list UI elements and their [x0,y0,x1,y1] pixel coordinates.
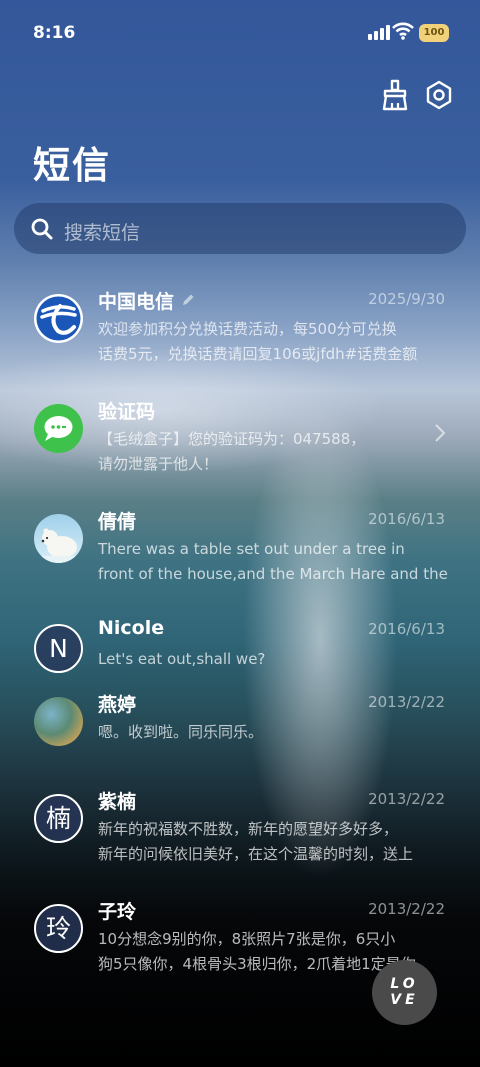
message-preview: 欢迎参加积分兑换话费活动，每500分可兑换 话费5元，兑换话费请回复106或jf… [98,320,418,363]
message-preview: Let's eat out,shall we? [98,650,266,668]
polar-bear-avatar [34,514,83,563]
fab-line-1: LO [390,976,419,992]
message-date: 2013/2/22 [368,790,445,808]
page-title: 短信 [33,144,111,187]
message-preview: There was a table set out under a tree i… [98,540,448,583]
conversation-row[interactable]: 验证码 【毛绒盒子】您的验证码为：047588， 请勿泄露于他人！ [0,392,480,492]
status-bar: 8:16 100 [0,0,480,68]
status-time: 8:16 [33,23,76,43]
chevron-right-icon [435,424,446,442]
conversation-row[interactable]: 楠 紫楠 2013/2/22 新年的祝福数不胜数，新年的愿望好多好多， 新年的问… [0,782,480,882]
message-date: 2013/2/22 [368,900,445,918]
signal-icon [368,25,390,40]
message-preview: 嗯。收到啦。同乐同乐。 [98,723,264,741]
letter-avatar: 楠 [34,794,83,843]
conversation-row[interactable]: 中国电信 2025/9/30 欢迎参加积分兑换话费活动，每500分可兑换 话费5… [0,282,480,382]
message-preview: 【毛绒盒子】您的验证码为：047588， 请勿泄露于他人！ [98,430,366,473]
search-input[interactable]: 搜索短信 [14,203,466,254]
conversation-row[interactable]: 倩倩 2016/6/13 There was a table set out u… [0,502,480,602]
contact-name: Nicole [98,617,165,639]
cleaner-broom-icon[interactable] [378,78,412,112]
contact-name: 验证码 [98,401,156,423]
contact-name: 燕婷 [98,694,137,716]
photo-avatar [34,697,83,746]
conversation-row[interactable]: 燕婷 2013/2/22 嗯。收到啦。同乐同乐。 [0,685,480,785]
battery-icon: 100 [419,24,449,42]
contact-name: 中国电信 [98,287,195,314]
message-date: 2025/9/30 [368,290,445,308]
china-telecom-avatar [34,294,83,343]
letter-avatar: N [34,624,83,673]
wifi-icon [392,22,414,40]
contact-name: 子玲 [98,901,137,923]
contact-name: 紫楠 [98,791,137,813]
search-icon [31,218,53,240]
message-date: 2013/2/22 [368,693,445,711]
message-date: 2016/6/13 [368,620,445,638]
message-preview: 新年的祝福数不胜数，新年的愿望好多好多， 新年的问候依旧美好，在这个温馨的时刻，… [98,820,414,863]
search-placeholder: 搜索短信 [64,222,141,244]
sms-chat-avatar [34,404,83,453]
fab-line-2: VE [390,992,419,1008]
edit-pencil-icon [182,294,194,305]
contact-name: 倩倩 [98,511,137,533]
letter-avatar: 玲 [34,904,83,953]
settings-hexagon-icon[interactable] [422,78,456,112]
love-floating-button[interactable]: LO VE [372,960,437,1025]
message-date: 2016/6/13 [368,510,445,528]
